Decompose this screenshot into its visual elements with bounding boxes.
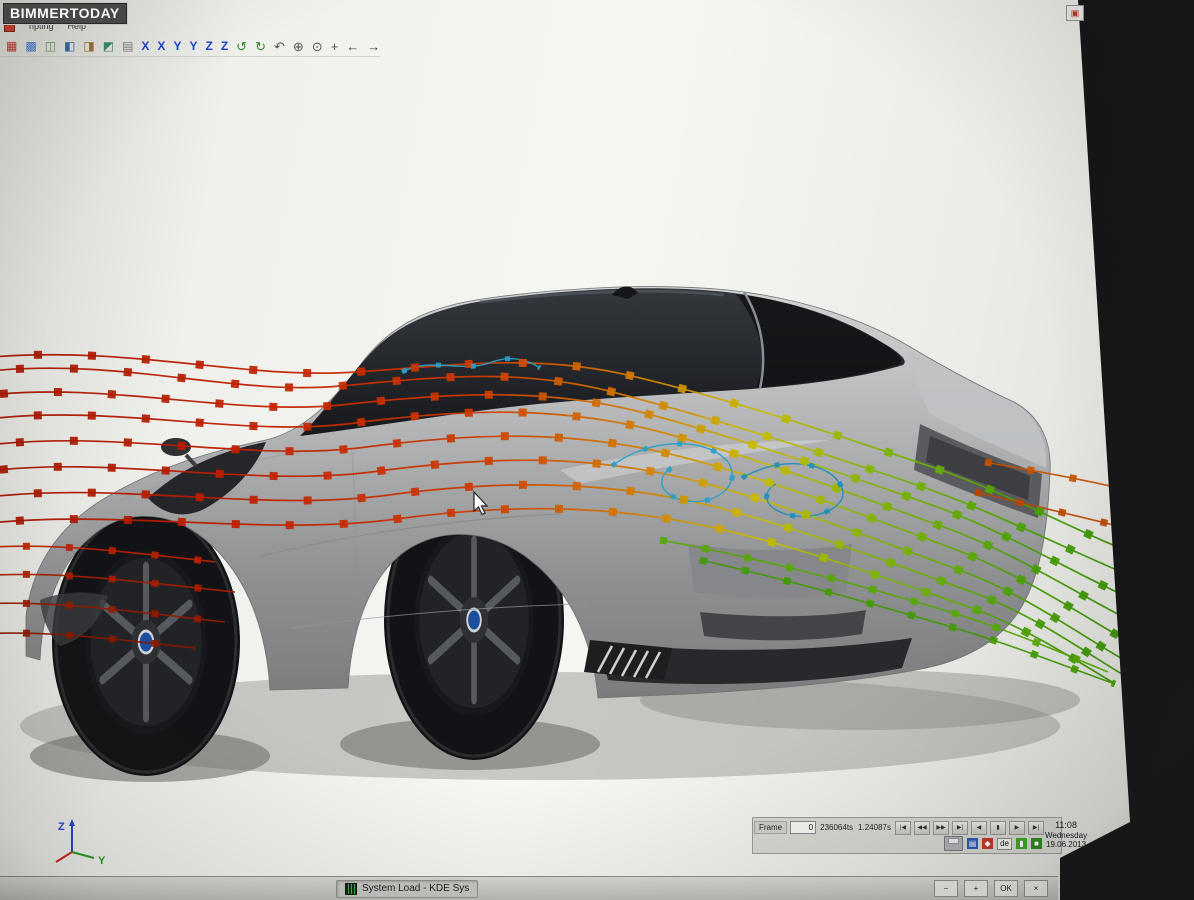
status-controls: Frame 0 236064ts 1.24087s |◀ ◀◀ ▶▶ ▶| ◀ … — [753, 818, 1045, 853]
rotate-ccw-icon[interactable]: ↺ — [236, 40, 247, 53]
playback-play-button[interactable]: ▶ — [1009, 821, 1025, 835]
query-icon[interactable]: ▤ — [122, 40, 133, 52]
playback-rewind-button[interactable]: ◀◀ — [914, 821, 930, 835]
watermark: BIMMERTODAY — [2, 2, 128, 25]
render-viewport[interactable]: Z Y — [0, 0, 1194, 900]
taskbar-minus-button[interactable]: − — [934, 880, 958, 897]
tray-monitor-icon[interactable]: ■ — [1031, 838, 1042, 849]
frame-row: Frame 0 236064ts 1.24087s |◀ ◀◀ ▶▶ ▶| ◀ … — [754, 820, 1044, 835]
view-minus-x-button[interactable]: X — [141, 40, 149, 52]
taskbar-buttons: − + OK × — [934, 880, 1048, 897]
system-load-icon — [345, 883, 357, 895]
screen: Z Y ripting Help ▦ ▩ ◫ ◧ ◨ ◩ ▤ X X Y — [0, 0, 1194, 900]
tray-alert-icon[interactable]: ◆ — [982, 838, 993, 849]
toolbar: ▦ ▩ ◫ ◧ ◨ ◩ ▤ X X Y Y Z Z ↺ ↻ ↶ ⊕ ⊙ + ← … — [0, 36, 380, 57]
desktop-icon[interactable]: ▣ — [1066, 5, 1084, 21]
playback-play-end-button[interactable]: ▶| — [1028, 821, 1044, 835]
streamline-icon[interactable]: ◩ — [103, 40, 114, 52]
view-minus-y-button[interactable]: Y — [173, 40, 181, 52]
view-plus-z-button[interactable]: Z — [221, 40, 228, 52]
color-legend-icon[interactable]: ▩ — [25, 40, 36, 52]
taskbar-close-button[interactable]: × — [1024, 880, 1048, 897]
view-plus-x-button[interactable]: X — [157, 40, 165, 52]
pan-icon[interactable]: + — [331, 40, 339, 53]
clock-day: Wednesday — [1045, 831, 1087, 841]
playback-step-back-button[interactable]: ◀ — [971, 821, 987, 835]
tray-network-icon[interactable]: ▤ — [967, 838, 978, 849]
taskbar-item-system-load[interactable]: System Load - KDE Sys — [336, 880, 478, 898]
next-view-arrow[interactable]: → — [367, 40, 380, 53]
triad-z-label: Z — [58, 821, 65, 833]
taskbar-ok-button[interactable]: OK — [994, 880, 1018, 897]
clip-plane-icon[interactable]: ◧ — [64, 40, 75, 52]
prev-view-arrow[interactable]: ← — [346, 40, 359, 53]
parts-icon[interactable]: ▦ — [6, 40, 17, 52]
playback-begin-button[interactable]: |◀ — [895, 821, 911, 835]
taskbar-plus-button[interactable]: + — [964, 880, 988, 897]
mesh-icon[interactable]: ◫ — [45, 40, 56, 52]
printer-icon[interactable] — [944, 836, 963, 851]
zoom-in-icon[interactable]: ⊕ — [293, 40, 304, 53]
isosurface-icon[interactable]: ◨ — [83, 40, 94, 52]
playback-end-button[interactable]: ▶| — [952, 821, 968, 835]
monitor-photo: Z Y ripting Help ▦ ▩ ◫ ◧ ◨ ◩ ▤ X X Y — [0, 0, 1194, 900]
triad-y-label: Y — [98, 855, 106, 867]
view-plus-y-button[interactable]: Y — [189, 40, 197, 52]
frame-input[interactable]: 0 — [790, 821, 816, 834]
sim-time-value: 1.24087s — [857, 822, 892, 833]
tray-lang-badge[interactable]: de — [997, 838, 1012, 850]
axis-triad: Z Y — [56, 819, 106, 867]
zoom-area-icon[interactable]: ⊙ — [312, 40, 323, 53]
playback-stop-button[interactable]: ▮ — [990, 821, 1006, 835]
clock-time: 11:08 — [1045, 820, 1087, 831]
undo-view-icon[interactable]: ↶ — [274, 40, 285, 53]
taskbar: System Load - KDE Sys − + OK × — [0, 876, 1058, 900]
timestep-value: 236064ts — [819, 822, 854, 833]
clock-date: 19.06.2013 — [1045, 840, 1087, 850]
view-minus-z-button[interactable]: Z — [205, 40, 212, 52]
system-tray: ▤ ◆ de ▮ ■ — [754, 836, 1044, 851]
frame-label: Frame — [754, 821, 787, 834]
status-bar: Frame 0 236064ts 1.24087s |◀ ◀◀ ▶▶ ▶| ◀ … — [752, 817, 1062, 854]
playback-forward-button[interactable]: ▶▶ — [933, 821, 949, 835]
clock-block: 11:08 Wednesday 19.06.2013 — [1045, 818, 1087, 853]
task-label: System Load - KDE Sys — [362, 883, 469, 894]
tray-load-icon[interactable]: ▮ — [1016, 838, 1027, 849]
rotate-cw-icon[interactable]: ↻ — [255, 40, 266, 53]
